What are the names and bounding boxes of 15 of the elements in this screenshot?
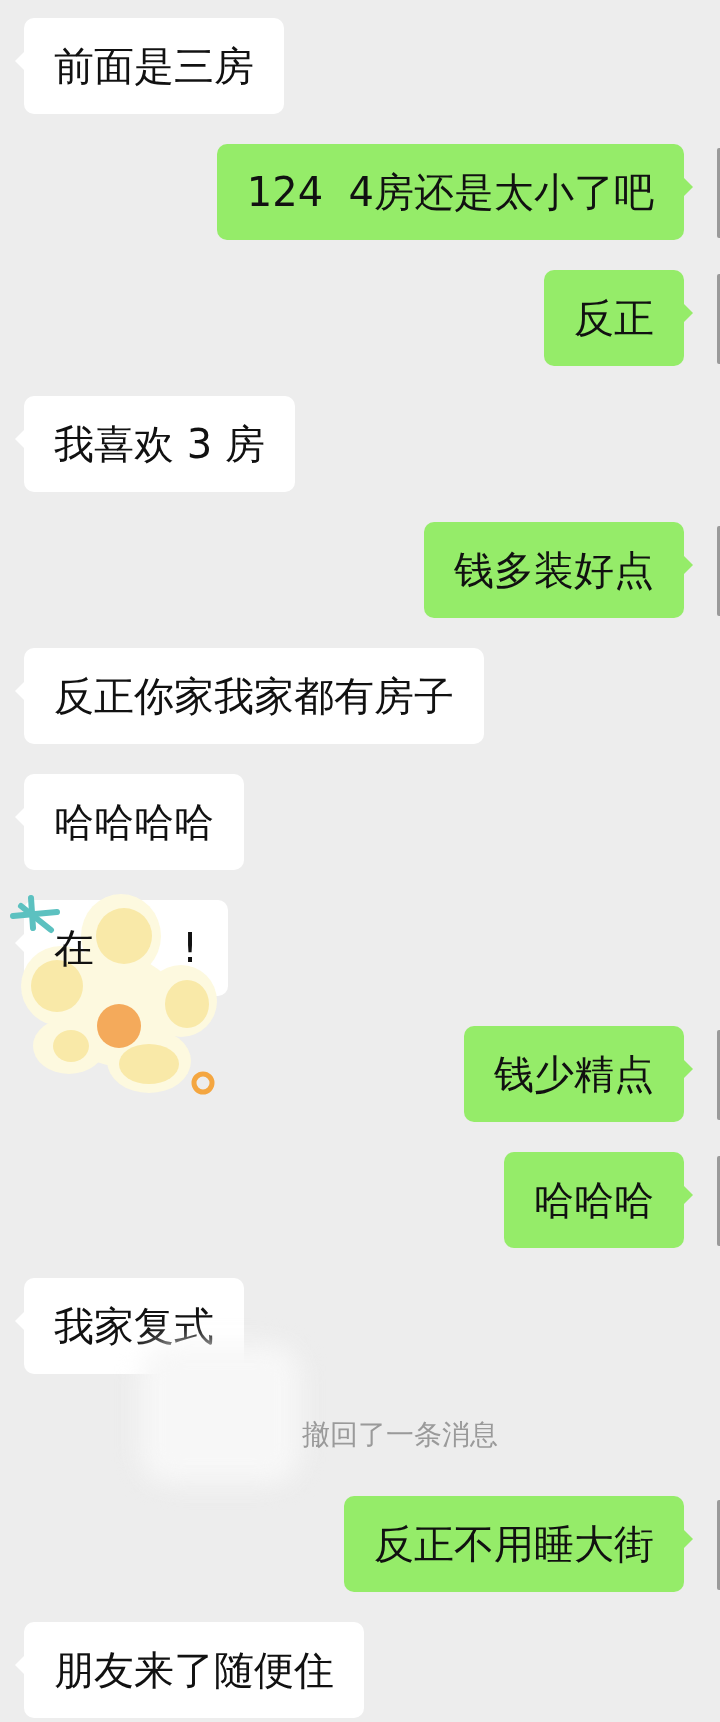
message-text: 我喜欢 3 房	[54, 424, 265, 464]
message-text: 朋友来了随便住	[54, 1650, 334, 1690]
message-text: 124 4房还是太小了吧	[246, 172, 654, 212]
message-text: !	[182, 928, 199, 968]
message-text: 反正你家我家都有房子	[54, 676, 454, 716]
message-text: 在	[54, 928, 94, 968]
message-text: 哈哈哈哈	[54, 802, 214, 842]
message-text: 反正不用睡大街	[374, 1524, 654, 1564]
message-text: 钱少精点	[494, 1054, 654, 1094]
message-text: 钱多装好点	[454, 550, 654, 590]
message-text: 哈哈哈	[534, 1180, 654, 1220]
message-text: 反正	[574, 298, 654, 338]
message-text: 前面是三房	[54, 46, 254, 86]
recall-notice: 撤回了一条消息	[302, 1417, 498, 1453]
message-text: 我家复式	[54, 1306, 214, 1346]
